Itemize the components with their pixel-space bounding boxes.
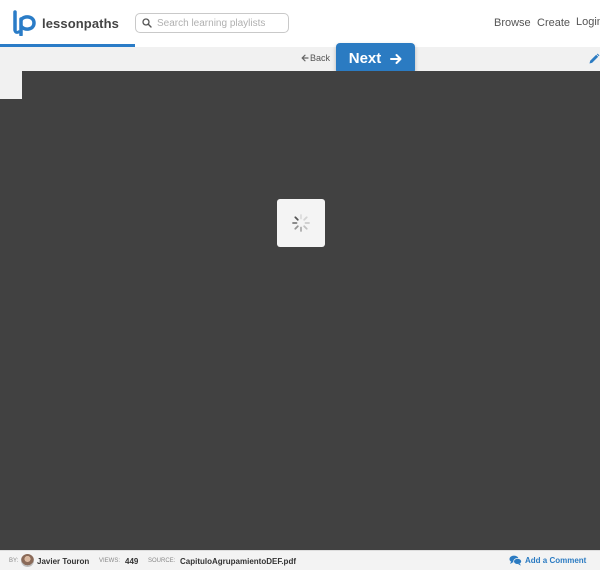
views-label: VIEWS: — [99, 558, 121, 564]
source-link[interactable]: CapituloAgrupamientoDEF.pdf — [180, 557, 296, 566]
search-icon — [142, 18, 152, 28]
nav-browse[interactable]: Browse — [494, 17, 531, 29]
logo-lp-icon — [13, 10, 36, 36]
footer: BY: Javier Touron VIEWS: 449 SOURCE: Cap… — [0, 550, 600, 570]
search-box[interactable] — [135, 13, 289, 33]
add-comment-label: Add a Comment — [525, 556, 587, 565]
spinner-icon — [292, 214, 310, 232]
pencil-icon[interactable] — [588, 53, 600, 65]
next-button[interactable]: Next — [336, 43, 415, 74]
document-viewer[interactable] — [0, 71, 600, 550]
avatar[interactable] — [21, 554, 34, 567]
search-input[interactable] — [157, 17, 283, 29]
source-label: SOURCE: — [148, 558, 176, 564]
next-label: Next — [348, 50, 382, 67]
by-label: BY: — [9, 558, 19, 564]
back-button[interactable]: Back — [301, 53, 330, 63]
loading-indicator — [277, 199, 325, 247]
author-link[interactable]: Javier Touron — [37, 557, 89, 566]
logo[interactable]: lessonpaths — [12, 9, 119, 37]
add-comment-button[interactable]: Add a Comment — [509, 555, 586, 566]
nav-login[interactable]: Login — [576, 16, 600, 28]
viewer-tab — [0, 71, 22, 99]
arrow-right-icon — [390, 53, 402, 64]
toolbar: Back — [0, 47, 600, 71]
arrow-left-icon — [301, 54, 309, 62]
nav-create[interactable]: Create — [537, 17, 570, 29]
back-label: Back — [310, 53, 331, 63]
comment-bubbles-icon — [509, 555, 522, 566]
page: lessonpaths Browse Create Login Back Nex… — [0, 0, 600, 570]
header: lessonpaths Browse Create Login — [0, 0, 600, 47]
views-count: 449 — [125, 557, 139, 566]
logo-text: lessonpaths — [42, 15, 119, 31]
